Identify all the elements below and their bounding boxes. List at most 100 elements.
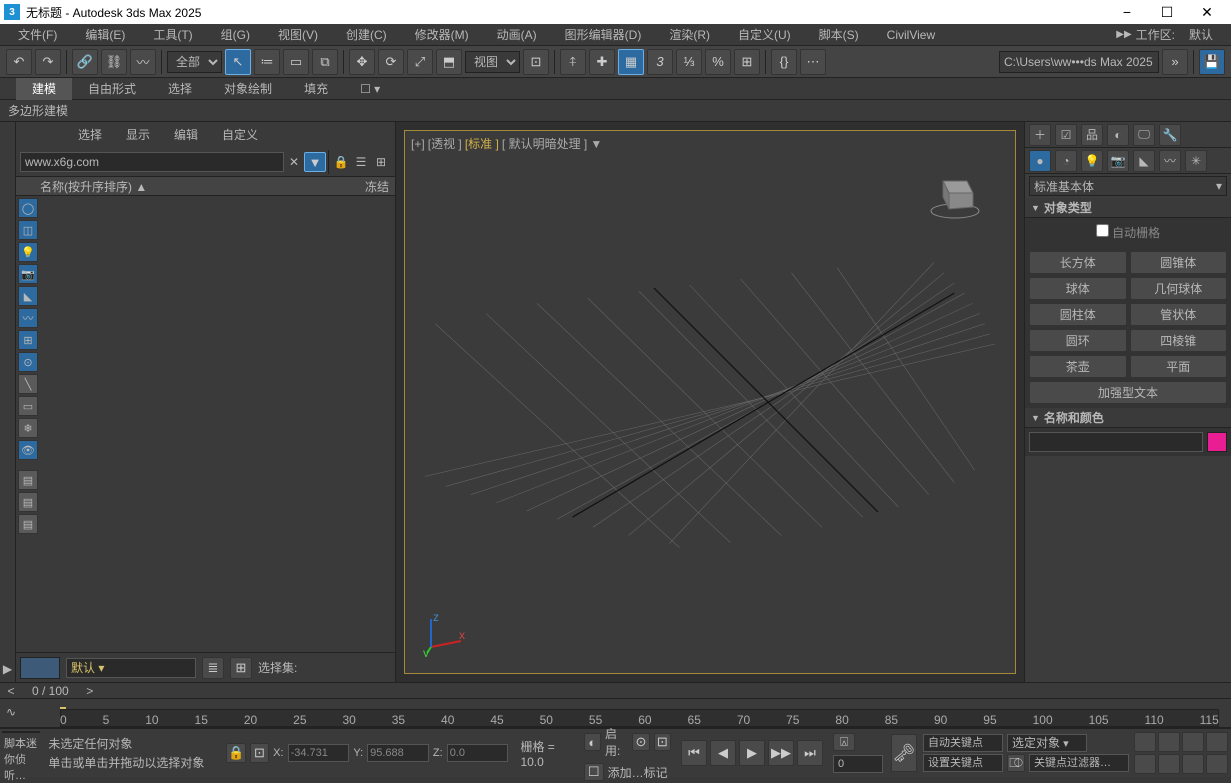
coord-y[interactable]: 95.688	[367, 744, 429, 762]
hierarchy-tab-icon[interactable]: 品	[1081, 124, 1103, 146]
goto-end-icon[interactable]: ⏭	[797, 740, 823, 766]
menu-render[interactable]: 渲染(R)	[655, 24, 724, 46]
modify-tab-icon[interactable]: ☑	[1055, 124, 1077, 146]
menu-script[interactable]: 脚本(S)	[805, 24, 873, 46]
zoomext-icon[interactable]	[1158, 732, 1180, 752]
coord-z[interactable]: 0.0	[447, 744, 509, 762]
set-key-big-icon[interactable]: 🗝	[891, 734, 917, 772]
keyfilter-icon[interactable]: ⎄	[1007, 754, 1025, 772]
select-scale-button[interactable]: ⤢	[407, 49, 433, 75]
filter-opt3-icon[interactable]: ▤	[18, 514, 38, 534]
iso-selection-icon[interactable]: ⊡	[250, 743, 269, 763]
create-tab-icon[interactable]: ＋	[1029, 124, 1051, 146]
menu-file[interactable]: 文件(F)	[4, 24, 71, 46]
ribbon-tab-select[interactable]: 选择	[152, 78, 208, 100]
layer-color-swatch[interactable]	[20, 657, 60, 679]
expand-icon[interactable]: ▶	[3, 662, 12, 676]
lock-icon[interactable]: 🔒	[331, 155, 351, 169]
macro-rec-thumb[interactable]	[2, 731, 40, 733]
refcoord-selector[interactable]: 视图	[465, 51, 520, 73]
time-label[interactable]: 0 / 100	[22, 684, 79, 698]
ribbon-tab-model[interactable]: 建模	[16, 78, 72, 100]
btn-teapot[interactable]: 茶壶	[1029, 355, 1127, 378]
rollout-objtype[interactable]: 对象类型	[1025, 198, 1231, 218]
addtag-label[interactable]: 添加…标记	[608, 764, 668, 781]
btn-pyramid[interactable]: 四棱锥	[1130, 329, 1228, 352]
menu-modifier[interactable]: 修改器(M)	[401, 24, 483, 46]
menu-edit[interactable]: 编辑(E)	[71, 24, 139, 46]
setkey-button[interactable]: 设置关键点	[923, 754, 1003, 772]
maxvp-icon[interactable]	[1206, 754, 1228, 774]
spacewarp-cat-icon[interactable]: 〰	[1159, 150, 1181, 172]
angle-snap-button[interactable]: 3	[647, 49, 673, 75]
tag-add-icon[interactable]: ☐	[584, 763, 604, 781]
col-freeze[interactable]: 冻结	[365, 178, 389, 195]
filter-spacewarp-icon[interactable]: 〰	[18, 308, 38, 328]
prev-frame-icon[interactable]: ◀	[710, 740, 736, 766]
pan-icon[interactable]	[1134, 754, 1156, 774]
btn-plane[interactable]: 平面	[1130, 355, 1228, 378]
key-mode-icon[interactable]: ∿	[6, 705, 16, 719]
autokey-button[interactable]: 自动关键点	[923, 734, 1003, 752]
filter-helper-icon[interactable]: ◣	[18, 286, 38, 306]
object-color-swatch[interactable]	[1207, 432, 1227, 452]
walk-icon[interactable]	[1182, 754, 1204, 774]
more-button[interactable]: ⋯	[800, 49, 826, 75]
col-name[interactable]: 名称(按升序排序)	[40, 180, 132, 194]
object-name-input[interactable]	[1029, 432, 1203, 452]
viewport-canvas[interactable]: [+] [透视 ] [标准 ] [ 默认明暗处理 ] ▼	[404, 130, 1016, 674]
select-place-button[interactable]: ⬒	[436, 49, 462, 75]
selobj-dropdown[interactable]: 选定对象 ▾	[1007, 734, 1087, 752]
layer-selector[interactable]: 默认 ▾	[66, 658, 196, 678]
tag-a-icon[interactable]: ⊙	[632, 733, 649, 751]
rect-region-button[interactable]: ▭	[283, 49, 309, 75]
camera-cat-icon[interactable]: 📷	[1107, 150, 1129, 172]
ribbon-tab-freeform[interactable]: 自由形式	[72, 78, 152, 100]
menu-animation[interactable]: 动画(A)	[483, 24, 551, 46]
scene-tab-edit[interactable]: 编辑	[162, 122, 210, 148]
tag-b-icon[interactable]: ⊡	[654, 733, 671, 751]
scene-tab-customize[interactable]: 自定义	[210, 122, 270, 148]
zoomregion-icon[interactable]	[1206, 732, 1228, 752]
menu-tools[interactable]: 工具(T)	[139, 24, 206, 46]
filter-icon[interactable]: ▼	[304, 152, 326, 172]
filter-opt1-icon[interactable]: ▤	[18, 470, 38, 490]
filter-geometry-icon[interactable]: ◯	[18, 198, 38, 218]
key-mode-toggle-icon[interactable]: ⍓	[833, 733, 855, 751]
ribbon-tab-objpaint[interactable]: 对象绘制	[208, 78, 288, 100]
filter-light-icon[interactable]: 💡	[18, 242, 38, 262]
viewport-labels[interactable]: [+] [透视 ] [标准 ] [ 默认明暗处理 ] ▼	[411, 135, 602, 152]
filter-shape-icon[interactable]: ◫	[18, 220, 38, 240]
view-cube-icon[interactable]	[925, 161, 985, 221]
undo-button[interactable]: ↶	[6, 49, 32, 75]
menu-create[interactable]: 创建(C)	[332, 24, 401, 46]
filter-xref-icon[interactable]: ⊙	[18, 352, 38, 372]
window-crossing-button[interactable]: ⧉	[312, 49, 338, 75]
maximize-button[interactable]: ☐	[1147, 4, 1187, 21]
menu-civilview[interactable]: CivilView	[873, 24, 949, 46]
scene-search-input[interactable]	[20, 152, 284, 172]
redo-button[interactable]: ↷	[35, 49, 61, 75]
motion-tab-icon[interactable]: ◐	[1107, 124, 1129, 146]
ribbon-panel-label[interactable]: 多边形建模	[8, 102, 68, 119]
ribbon-tab-fill[interactable]: 填充	[288, 78, 344, 100]
filter-bone-icon[interactable]: ╲	[18, 374, 38, 394]
percent-snap-button[interactable]: ⅓	[676, 49, 702, 75]
btn-box[interactable]: 长方体	[1029, 251, 1127, 274]
select-rotate-button[interactable]: ⟳	[378, 49, 404, 75]
btn-cylinder[interactable]: 圆柱体	[1029, 303, 1127, 326]
minimize-button[interactable]: −	[1107, 4, 1147, 20]
fov-icon[interactable]	[1182, 732, 1204, 752]
schematic-view-button[interactable]: {}	[771, 49, 797, 75]
tag-enable-icon[interactable]: ◐	[584, 733, 601, 751]
tree-icon[interactable]: ⊞	[371, 155, 391, 169]
move-button[interactable]: ✚	[589, 49, 615, 75]
lock-selection-icon[interactable]: 🔒	[226, 743, 245, 763]
clear-search-icon[interactable]: ✕	[284, 155, 304, 169]
mini-listener[interactable]: 脚本迷你侦听…	[0, 735, 42, 783]
btn-sphere[interactable]: 球体	[1029, 277, 1127, 300]
rollout-namecolor[interactable]: 名称和颜色	[1025, 408, 1231, 428]
scene-tab-display[interactable]: 显示	[114, 122, 162, 148]
layer-grid-icon[interactable]: ⊞	[230, 657, 252, 679]
overflow-button[interactable]: »	[1162, 49, 1188, 75]
